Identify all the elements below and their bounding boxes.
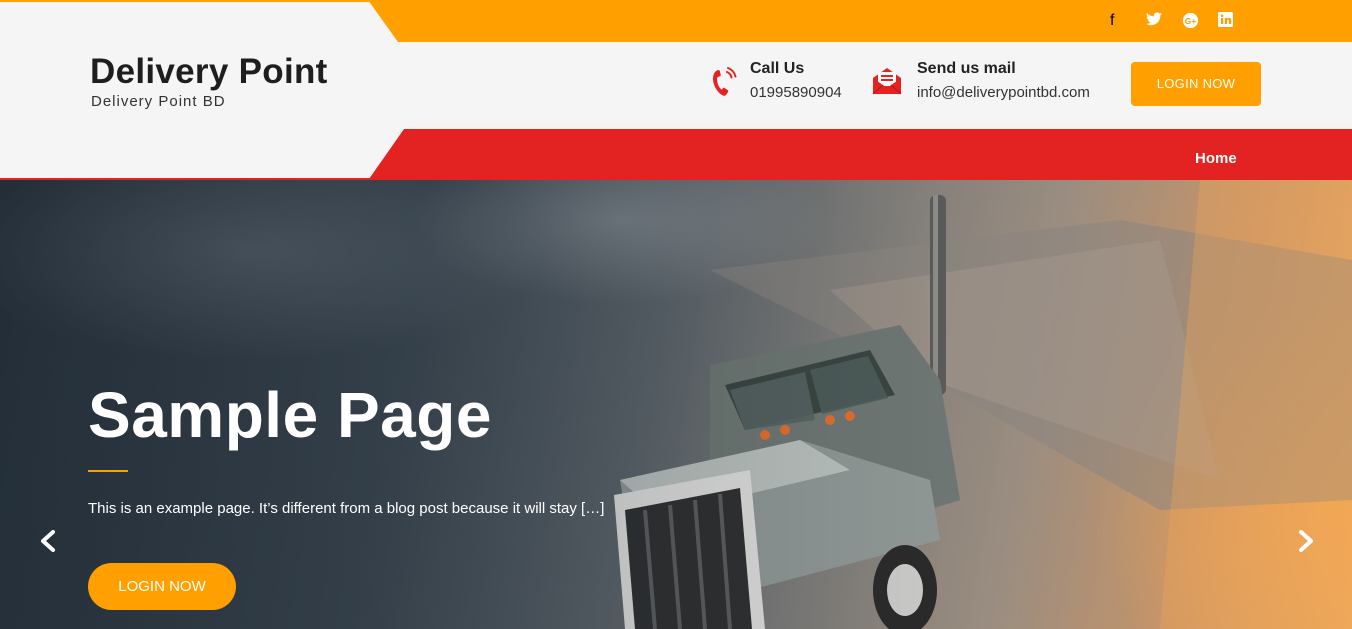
page: f G+ Delivery Point Delivery Point BD Ca… <box>0 0 1352 629</box>
contact-call: Call Us 01995890904 <box>750 60 842 101</box>
hero-slider: Sample Page This is an example page. It’… <box>0 180 1352 629</box>
slide-excerpt: This is an example page. It’s different … <box>88 500 605 517</box>
email-address[interactable]: info@deliverypointbd.com <box>917 84 1090 101</box>
top-bar-white-corner <box>0 0 398 42</box>
login-button-header[interactable]: LOGIN NOW <box>1131 62 1261 106</box>
phone-icon <box>710 66 738 103</box>
svg-text:G+: G+ <box>1185 16 1197 26</box>
nav-item-home[interactable]: Home <box>1195 150 1237 167</box>
slide-title: Sample Page <box>88 379 492 451</box>
call-us-label: Call Us <box>750 60 805 77</box>
slide-divider <box>88 470 128 472</box>
chevron-right-icon[interactable] <box>1294 528 1318 558</box>
mail-icon <box>871 66 903 101</box>
phone-number[interactable]: 01995890904 <box>750 84 842 101</box>
twitter-icon[interactable] <box>1146 12 1162 31</box>
site-title[interactable]: Delivery Point <box>90 52 328 92</box>
google-plus-icon[interactable]: G+ <box>1182 12 1199 34</box>
chevron-left-icon[interactable] <box>36 528 60 558</box>
linkedin-icon[interactable] <box>1218 12 1233 32</box>
contact-mail: Send us mail info@deliverypointbd.com <box>917 60 1090 101</box>
site-tagline: Delivery Point BD <box>91 93 226 110</box>
facebook-icon[interactable]: f <box>1110 12 1114 30</box>
login-button-hero[interactable]: LOGIN NOW <box>88 563 236 610</box>
send-mail-label: Send us mail <box>917 60 1016 77</box>
